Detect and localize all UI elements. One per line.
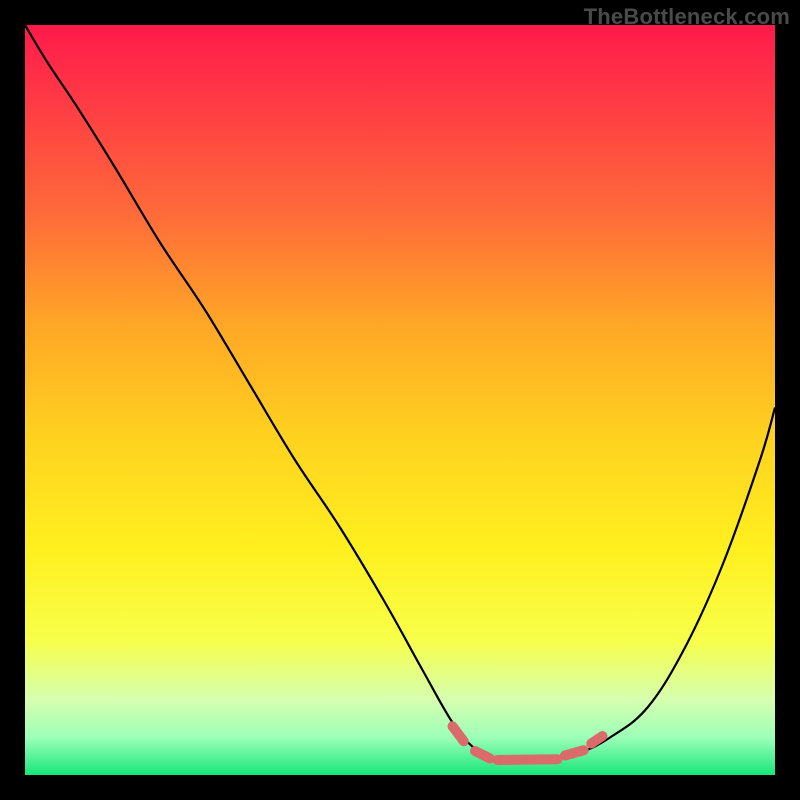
marker-segment-3 bbox=[565, 750, 584, 755]
gradient-background bbox=[25, 25, 775, 775]
plot-area bbox=[25, 25, 775, 775]
chart-frame: TheBottleneck.com bbox=[0, 0, 800, 800]
chart-svg bbox=[25, 25, 775, 775]
marker-segment-1 bbox=[475, 751, 490, 759]
watermark-text: TheBottleneck.com bbox=[584, 4, 790, 30]
marker-segment-4 bbox=[591, 736, 602, 744]
marker-segment-2 bbox=[498, 759, 558, 760]
